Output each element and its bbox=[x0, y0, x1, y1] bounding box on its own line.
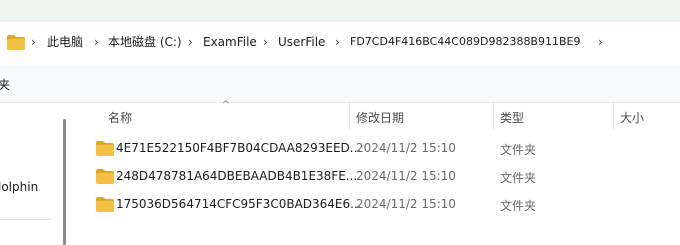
column-header-name[interactable]: 名称 bbox=[108, 109, 132, 126]
file-name: 175036D564714CFC95F3C0BAD364E6... bbox=[116, 197, 362, 211]
file-type: 文件夹 bbox=[500, 171, 537, 185]
file-row[interactable]: 248D478781A64DBEBAADB4B1E38FE... 2024/11… bbox=[88, 164, 680, 190]
nav-divider bbox=[0, 219, 50, 220]
file-row[interactable]: 175036D564714CFC95F3C0BAD364E6... 2024/1… bbox=[88, 192, 680, 218]
breadcrumb-separator: › bbox=[598, 35, 603, 49]
sort-up-icon: ^ bbox=[222, 100, 230, 110]
column-header-type[interactable]: 类型 bbox=[500, 109, 524, 126]
folder-icon bbox=[96, 141, 114, 156]
breadcrumb-separator: › bbox=[335, 35, 340, 49]
folder-icon bbox=[96, 169, 114, 184]
toolbar: 夹 bbox=[0, 66, 680, 103]
breadcrumb-separator: › bbox=[188, 35, 193, 49]
breadcrumb-item-userfile[interactable]: UserFile bbox=[278, 34, 325, 50]
window-top-strip bbox=[0, 0, 680, 22]
file-name: 4E71E522150F4BF7B04CDAA8293EED... bbox=[116, 141, 362, 155]
column-header-date[interactable]: 修改日期 bbox=[356, 109, 404, 126]
folder-icon bbox=[7, 35, 25, 50]
breadcrumb-item-this-pc[interactable]: 此电脑 bbox=[47, 34, 83, 50]
navigation-pane: lolphin bbox=[0, 103, 72, 245]
breadcrumb-item-examfile[interactable]: ExamFile bbox=[203, 34, 257, 50]
breadcrumb-separator: › bbox=[94, 35, 99, 49]
column-divider[interactable] bbox=[349, 103, 350, 129]
file-row[interactable]: 4E71E522150F4BF7B04CDAA8293EED... 2024/1… bbox=[88, 136, 680, 162]
column-header-row: ^ 名称 修改日期 类型 大小 bbox=[72, 100, 680, 133]
nav-item-user[interactable]: lolphin bbox=[0, 180, 38, 194]
file-date: 2024/11/2 15:10 bbox=[356, 169, 456, 183]
file-type: 文件夹 bbox=[500, 143, 537, 157]
address-bar[interactable]: › 此电脑 › 本地磁盘 (C:) › ExamFile › UserFile … bbox=[0, 22, 680, 66]
breadcrumb-item-local-disk[interactable]: 本地磁盘 (C:) bbox=[108, 34, 182, 50]
column-divider[interactable] bbox=[613, 103, 614, 129]
file-date: 2024/11/2 15:10 bbox=[356, 197, 456, 211]
file-name: 248D478781A64DBEBAADB4B1E38FE... bbox=[116, 169, 358, 183]
breadcrumb-item-current-folder[interactable]: FD7CD4F416BC44C089D982388B911BE9 bbox=[350, 34, 580, 50]
folder-icon bbox=[96, 197, 114, 212]
column-header-size[interactable]: 大小 bbox=[620, 109, 644, 126]
file-date: 2024/11/2 15:10 bbox=[356, 141, 456, 155]
breadcrumb-separator: › bbox=[263, 35, 268, 49]
toolbar-label[interactable]: 夹 bbox=[0, 76, 10, 93]
nav-scrollbar[interactable] bbox=[63, 119, 66, 245]
breadcrumb-separator: › bbox=[31, 35, 36, 49]
column-divider[interactable] bbox=[493, 103, 494, 129]
file-type: 文件夹 bbox=[500, 199, 537, 213]
